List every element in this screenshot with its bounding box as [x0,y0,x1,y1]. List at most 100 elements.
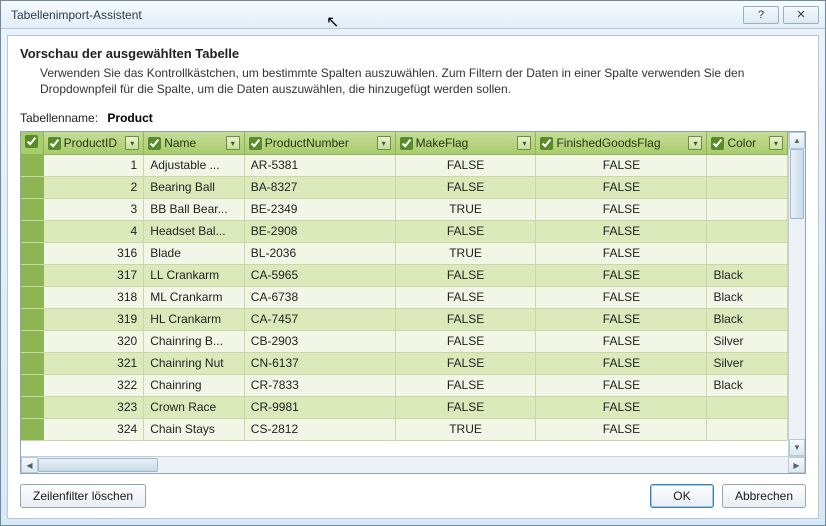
cell-productid: 321 [43,352,144,374]
column-header-finishedgoodsflag[interactable]: FinishedGoodsFlag▾ [536,132,707,154]
table-row[interactable]: 317LL CrankarmCA-5965FALSEFALSEBlack [21,264,788,286]
cell-color [707,198,788,220]
row-select-cell[interactable] [21,374,43,396]
cell-color: Black [707,374,788,396]
column-header-color[interactable]: Color▾ [707,132,788,154]
help-button[interactable]: ? [743,6,779,24]
titlebar: Tabellenimport-Assistent ? ✕ [1,1,825,29]
row-select-cell[interactable] [21,352,43,374]
cell-productid: 4 [43,220,144,242]
column-checkbox-productnumber[interactable] [249,137,262,150]
cell-makeflag: FALSE [395,374,536,396]
row-select-cell[interactable] [21,198,43,220]
table-row[interactable]: 2Bearing BallBA-8327FALSEFALSE [21,176,788,198]
cell-makeflag: FALSE [395,308,536,330]
close-button[interactable]: ✕ [783,6,819,24]
vertical-scrollbar[interactable]: ▲ ▼ [788,132,805,456]
scroll-down-icon[interactable]: ▼ [789,439,805,456]
cell-finishedgoodsflag: FALSE [536,396,707,418]
row-select-cell[interactable] [21,264,43,286]
ok-button[interactable]: OK [650,484,714,508]
cell-name: Headset Bal... [144,220,245,242]
scroll-left-icon[interactable]: ◀ [21,457,38,473]
table-row[interactable]: 320Chainring B...CB-2903FALSEFALSESilver [21,330,788,352]
cell-productid: 316 [43,242,144,264]
cell-name: Blade [144,242,245,264]
table-row[interactable]: 321Chainring NutCN-6137FALSEFALSESilver [21,352,788,374]
column-header-productid[interactable]: ProductID▾ [43,132,144,154]
cell-color [707,176,788,198]
select-all-header[interactable] [21,132,43,154]
filter-dropdown-icon[interactable]: ▾ [125,136,139,150]
table-row[interactable]: 3BB Ball Bear...BE-2349TRUEFALSE [21,198,788,220]
cell-productnumber: BE-2908 [244,220,395,242]
cell-makeflag: TRUE [395,418,536,440]
cell-color [707,220,788,242]
cell-name: Chainring B... [144,330,245,352]
cell-finishedgoodsflag: FALSE [536,286,707,308]
horizontal-scroll-thumb[interactable] [38,458,158,472]
table-row[interactable]: 323Crown RaceCR-9981FALSEFALSE [21,396,788,418]
vertical-scroll-thumb[interactable] [790,149,804,219]
cell-productid: 324 [43,418,144,440]
cell-finishedgoodsflag: FALSE [536,220,707,242]
column-header-makeflag[interactable]: MakeFlag▾ [395,132,536,154]
cell-productnumber: CA-5965 [244,264,395,286]
cancel-button[interactable]: Abbrechen [722,484,806,508]
table-row[interactable]: 324Chain StaysCS-2812TRUEFALSE [21,418,788,440]
row-select-cell[interactable] [21,242,43,264]
cell-makeflag: FALSE [395,396,536,418]
cell-productid: 1 [43,154,144,176]
scroll-right-icon[interactable]: ▶ [788,457,805,473]
scroll-up-icon[interactable]: ▲ [789,132,805,149]
select-all-checkbox[interactable] [25,135,38,148]
column-checkbox-productid[interactable] [48,137,61,150]
cell-color: Silver [707,352,788,374]
column-checkbox-makeflag[interactable] [400,137,413,150]
row-select-cell[interactable] [21,286,43,308]
cell-productnumber: BL-2036 [244,242,395,264]
client-area: Vorschau der ausgewählten Tabelle Verwen… [7,35,819,519]
filter-dropdown-icon[interactable]: ▾ [226,136,240,150]
table-row[interactable]: 316BladeBL-2036TRUEFALSE [21,242,788,264]
horizontal-scrollbar[interactable]: ◀ ▶ [21,456,805,473]
column-header-productnumber[interactable]: ProductNumber▾ [244,132,395,154]
row-select-cell[interactable] [21,396,43,418]
filter-dropdown-icon[interactable]: ▾ [377,136,391,150]
tablename-row: Tabellenname: Product [20,111,806,125]
column-checkbox-color[interactable] [711,137,724,150]
row-select-cell[interactable] [21,330,43,352]
table-row[interactable]: 322ChainringCR-7833FALSEFALSEBlack [21,374,788,396]
cell-makeflag: FALSE [395,286,536,308]
clear-row-filter-button[interactable]: Zeilenfilter löschen [20,484,146,508]
cell-name: BB Ball Bear... [144,198,245,220]
table-row[interactable]: 319HL CrankarmCA-7457FALSEFALSEBlack [21,308,788,330]
column-label: Name [164,136,223,150]
filter-dropdown-icon[interactable]: ▾ [769,136,783,150]
column-checkbox-name[interactable] [148,137,161,150]
row-select-cell[interactable] [21,176,43,198]
table-row[interactable]: 1Adjustable ...AR-5381FALSEFALSE [21,154,788,176]
row-select-cell[interactable] [21,154,43,176]
cell-color [707,396,788,418]
cell-name: LL Crankarm [144,264,245,286]
cell-finishedgoodsflag: FALSE [536,330,707,352]
row-select-cell[interactable] [21,308,43,330]
column-label: Color [727,136,766,150]
row-select-cell[interactable] [21,220,43,242]
cell-productnumber: BE-2349 [244,198,395,220]
filter-dropdown-icon[interactable]: ▾ [517,136,531,150]
table-row[interactable]: 318ML CrankarmCA-6738FALSEFALSEBlack [21,286,788,308]
column-checkbox-finishedgoodsflag[interactable] [540,137,553,150]
tablename-value: Product [107,111,152,125]
table-row[interactable]: 4Headset Bal...BE-2908FALSEFALSE [21,220,788,242]
cell-color: Black [707,264,788,286]
row-select-cell[interactable] [21,418,43,440]
cell-finishedgoodsflag: FALSE [536,374,707,396]
cell-productid: 3 [43,198,144,220]
column-header-name[interactable]: Name▾ [144,132,245,154]
filter-dropdown-icon[interactable]: ▾ [688,136,702,150]
cell-finishedgoodsflag: FALSE [536,418,707,440]
cell-finishedgoodsflag: FALSE [536,176,707,198]
cell-productnumber: CB-2903 [244,330,395,352]
